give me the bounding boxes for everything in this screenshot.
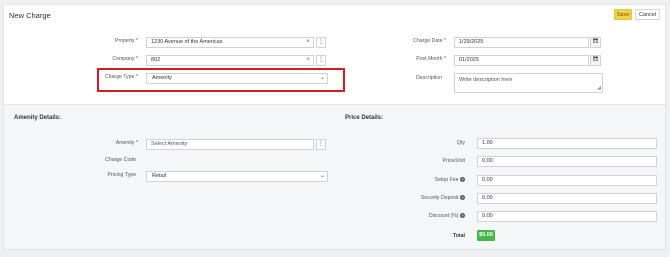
clear-property-icon[interactable]: × (306, 38, 310, 47)
calendar-icon[interactable] (590, 37, 601, 48)
price-details-heading: Price Details: (345, 115, 384, 121)
qty-input[interactable]: 1.00 (477, 138, 657, 149)
amenity-details-heading: Amenity Details: (14, 115, 62, 121)
chevron-down-icon: ⌄ (319, 173, 325, 179)
property-menu-icon[interactable]: ⋮ (316, 37, 326, 48)
discount-input[interactable]: 0.00 (477, 211, 657, 222)
help-icon[interactable]: ? (460, 195, 465, 200)
amenity-menu-icon[interactable]: ⋮ (316, 139, 326, 150)
amenity-input[interactable]: Select Amenity (146, 139, 314, 150)
total-value-badge: $0.00 (477, 230, 495, 241)
setup-fee-label: Setup Fee ? (434, 177, 465, 183)
clear-company-icon[interactable]: × (306, 56, 310, 65)
charge-code-label: Charge Code (105, 157, 136, 163)
post-month-input[interactable]: 01/2025 (454, 55, 589, 66)
post-month-label: Post Month * (416, 56, 446, 62)
resize-handle-icon[interactable]: ◢ (597, 86, 601, 91)
security-deposit-label: Security Deposit ? (420, 195, 465, 201)
charge-date-label: Charge Date * (413, 38, 446, 44)
discount-label: Discount (%) ? (428, 213, 465, 219)
charge-type-highlight (97, 68, 345, 92)
price-unit-input[interactable]: 0.00 (477, 156, 657, 167)
help-icon[interactable]: ? (460, 213, 465, 218)
description-textarea[interactable]: Write description here ◢ (454, 73, 603, 93)
company-menu-icon[interactable]: ⋮ (316, 55, 326, 66)
company-input[interactable]: 802 × (146, 55, 314, 66)
company-label: Company * (112, 56, 138, 62)
pricing-type-label: Pricing Type (107, 172, 136, 178)
pricing-type-select[interactable]: Retail ⌄ (146, 171, 328, 182)
calendar-icon[interactable] (590, 55, 601, 66)
setup-fee-input[interactable]: 0.00 (477, 175, 657, 186)
help-icon[interactable]: ? (460, 177, 465, 182)
page-title: New Charge (9, 11, 51, 20)
save-button[interactable]: Save (614, 9, 632, 20)
property-label: Property * (114, 38, 138, 44)
description-label: Description (416, 75, 442, 81)
total-label: Total (452, 233, 465, 239)
cancel-button[interactable]: Cancel (635, 9, 660, 20)
property-input[interactable]: 1230 Avenue of the Americas × (146, 37, 314, 48)
price-unit-label: Price/Unit (442, 158, 466, 164)
charge-date-input[interactable]: 1/29/2025 (454, 37, 589, 48)
amenity-label: Amenity * (115, 140, 138, 146)
security-deposit-input[interactable]: 0.00 (477, 193, 657, 204)
qty-label: Qty (456, 140, 465, 146)
